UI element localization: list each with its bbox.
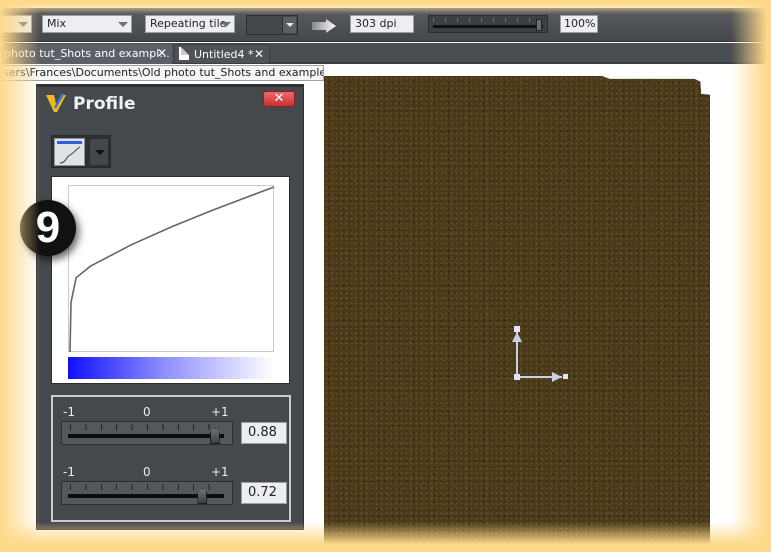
close-button[interactable]: ✕: [263, 91, 295, 107]
slider-mid-label: 0: [143, 405, 151, 419]
color-swatch-dropdown[interactable]: [246, 15, 298, 35]
profile-curve[interactable]: [69, 186, 275, 353]
top-handle: [514, 326, 520, 332]
close-icon[interactable]: ✕: [157, 44, 167, 63]
slider-ticks: [70, 424, 224, 430]
tab-label: photo tut_Shots and exampl...: [4, 47, 170, 60]
fill-handles[interactable]: [510, 326, 570, 382]
tiling-value: Repeating tile: [150, 17, 227, 30]
chevron-down-icon[interactable]: [89, 138, 109, 166]
arrow-right-icon[interactable]: [312, 19, 336, 33]
app-logo-icon: [46, 93, 66, 112]
origin-handle: [514, 374, 520, 380]
document-icon: [179, 47, 189, 60]
gain-value-field[interactable]: 0.72: [241, 482, 287, 504]
vertical-arrow-handle: [512, 332, 522, 342]
file-path-tooltip: sers\Frances\Documents\Old photo tut_Sho…: [0, 65, 324, 81]
chevron-down-icon[interactable]: [282, 17, 296, 33]
close-icon[interactable]: ✕: [254, 45, 264, 64]
chevron-down-icon: [118, 22, 128, 27]
transparency-slider[interactable]: [428, 15, 548, 33]
document-tabs: photo tut_Shots and exampl... ✕ Untitled…: [0, 43, 771, 64]
chevron-down-icon: [221, 22, 231, 27]
profile-curve-svg: [69, 186, 275, 353]
blend-mode-value: Mix: [47, 17, 67, 30]
slider-thumb[interactable]: [197, 488, 208, 504]
tab-untitled4[interactable]: Untitled4 * ✕: [174, 44, 270, 64]
slider-max-label: +1: [211, 465, 229, 479]
slider-track: [433, 25, 543, 28]
slider-mid-label: 0: [143, 465, 151, 479]
slider-min-label: -1: [63, 465, 75, 479]
profile-graph[interactable]: [51, 176, 290, 384]
slider-min-label: -1: [63, 405, 75, 419]
bias-slider[interactable]: [61, 421, 233, 445]
gain-slider[interactable]: [61, 481, 233, 505]
profile-curve-button[interactable]: [54, 138, 85, 166]
profile-sliders: -1 0 +1 0.88 -1 0 +1 0.72: [51, 395, 291, 522]
chevron-down-icon: [18, 22, 28, 27]
slider-thumb[interactable]: [535, 19, 542, 31]
panel-title: Profile: [73, 94, 136, 114]
profile-graph-area[interactable]: [68, 185, 275, 353]
step-number-badge: 9: [20, 200, 76, 256]
profile-type-selector[interactable]: [51, 135, 111, 168]
bias-slider-row: -1 0 +1 0.88: [61, 405, 287, 455]
slider-ticks: [433, 18, 537, 22]
slider-track: [68, 434, 224, 438]
fill-toolbar: Mix Repeating tile 303 dpi 100%: [0, 8, 771, 42]
curve-icon: [59, 146, 81, 164]
horizontal-arrow-handle: [552, 372, 562, 382]
resolution-field[interactable]: 303 dpi: [350, 15, 414, 33]
bias-value-field[interactable]: 0.88: [241, 422, 287, 444]
right-handle: [563, 374, 568, 379]
document-canvas[interactable]: [310, 66, 771, 552]
transparency-percent-field[interactable]: 100%: [560, 15, 598, 33]
brown-texture-fill[interactable]: [324, 76, 710, 546]
blend-mode-combo[interactable]: Mix: [42, 15, 132, 33]
profile-panel: Profile ✕ -1 0 +1 0.88 -1 0 +1 0.72: [36, 84, 304, 530]
slider-ticks: [70, 484, 224, 490]
gain-slider-row: -1 0 +1 0.72: [61, 465, 287, 515]
slider-thumb[interactable]: [209, 428, 220, 444]
tab-photo-tut[interactable]: photo tut_Shots and exampl... ✕: [0, 44, 172, 64]
title-bar-strip: [57, 141, 82, 144]
tiling-combo[interactable]: Repeating tile: [145, 15, 235, 33]
slider-max-label: +1: [211, 405, 229, 419]
fill-type-combo[interactable]: [0, 15, 32, 33]
tab-label: Untitled4 *: [194, 48, 254, 61]
gradient-preview-bar: [68, 357, 274, 379]
